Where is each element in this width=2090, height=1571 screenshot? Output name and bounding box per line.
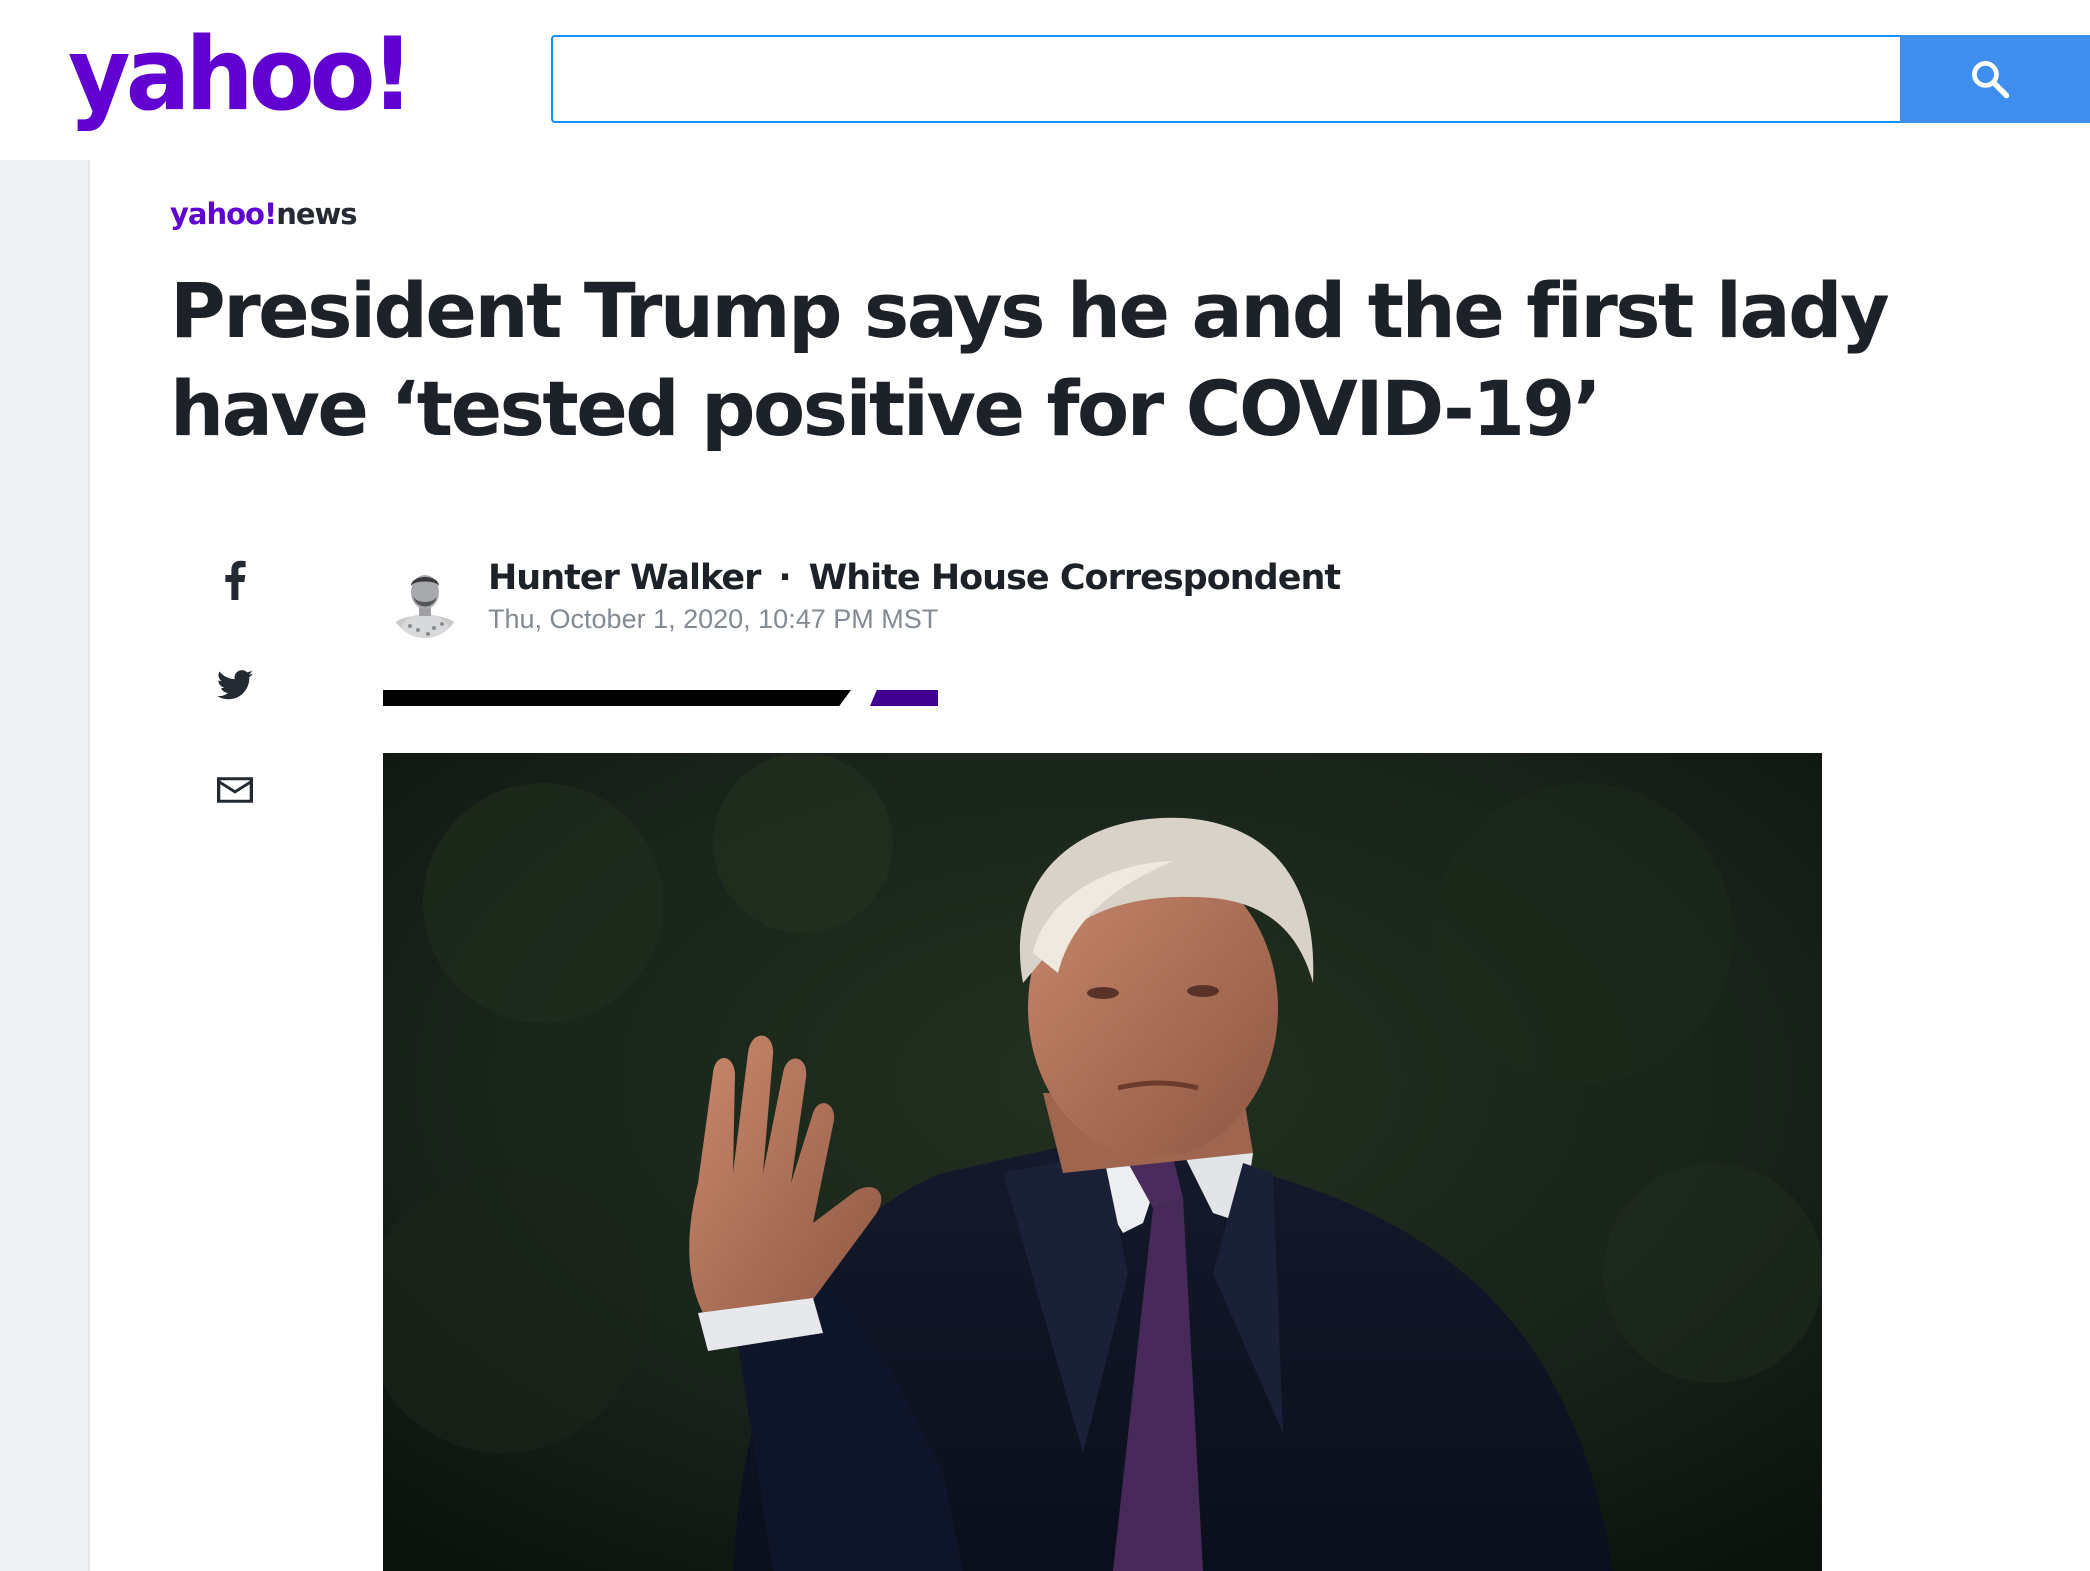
author-name-link[interactable]: Hunter Walker <box>488 558 761 598</box>
brand-yahoo: yahoo! <box>170 197 277 231</box>
author-avatar[interactable] <box>388 556 462 638</box>
yahoo-news-brand[interactable]: yahoo!news <box>170 197 358 231</box>
search-input[interactable] <box>551 35 1902 123</box>
site-header: yahoo! <box>0 0 2090 160</box>
author-separator: · <box>778 558 791 598</box>
email-share-button[interactable] <box>210 765 260 815</box>
hero-image[interactable] <box>383 753 1822 1571</box>
search-icon <box>1972 61 2010 99</box>
mail-icon <box>217 777 253 803</box>
author-avatar-image <box>388 556 462 638</box>
article-timestamp: Thu, October 1, 2020, 10:47 PM MST <box>488 604 939 634</box>
brand-section: news <box>276 197 357 231</box>
facebook-share-button[interactable] <box>210 555 260 605</box>
author-title: White House Correspondent <box>808 558 1341 598</box>
twitter-icon <box>217 670 253 700</box>
divider-accent <box>870 690 938 706</box>
article-headline: President Trump says he and the first la… <box>170 266 1890 453</box>
left-rail <box>0 160 90 1571</box>
facebook-icon <box>225 560 246 600</box>
author-line: Hunter Walker · White House Correspondent <box>488 556 1341 600</box>
hero-photo <box>383 753 1822 1571</box>
search-button[interactable] <box>1900 35 2090 123</box>
divider-black <box>383 690 851 706</box>
yahoo-logo[interactable]: yahoo! <box>68 24 414 125</box>
twitter-share-button[interactable] <box>210 660 260 710</box>
